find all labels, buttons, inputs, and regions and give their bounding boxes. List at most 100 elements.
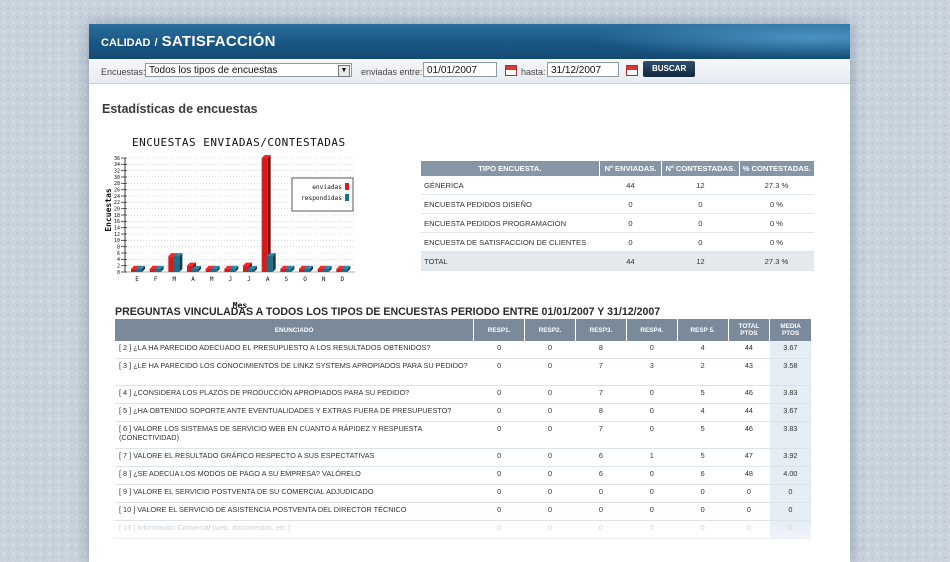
table-row: ENCUESTA PEDIDOS PROGRAMACIÓN 0 0 0 % [421,213,814,233]
table-cell: 44 [728,403,770,422]
table-cell: 3.92 [769,448,811,467]
table-row: [ 2 ] ¿LA HA PARECIDO ADECUADO EL PRESUP… [115,341,811,359]
table-cell: 0 [473,421,525,449]
table-cell: 7 [575,358,627,386]
table-cell: 3.67 [769,403,811,422]
question-text: [ 8 ] ¿SE ADECUA LOS MODOS DE PAGO A SU … [115,466,474,485]
table-cell: 0 [626,520,678,539]
legend-swatch [345,183,349,190]
table-row: ENCUESTA DE SATISFACCION DE CLIENTES 0 0… [421,232,814,252]
respondidas-bar [285,268,292,272]
x-tick-label: A [191,276,195,283]
table-cell: 0 [473,358,525,386]
table-cell: 0 [769,520,811,539]
y-tick-label: 4 [117,257,120,263]
from-calendar-icon[interactable] [505,65,517,76]
table-row: [ 6 ] VALORE LOS SISTEMAS DE SERVICIO WE… [115,421,811,449]
table-cell: 6 [575,466,627,485]
table-cell: TOTAL [421,251,600,271]
table-cell: 2 [677,358,729,386]
table-cell: 0 [524,421,576,449]
search-button[interactable]: BUSCAR [643,61,696,77]
table-cell: 0 [769,502,811,521]
col-header: TOTAL PTOS [728,319,771,341]
respondidas-bar [136,268,142,272]
respondidas-bar [154,268,161,272]
main-panel: CALIDAD / SATISFACCIÓN Encuestas: Todos lo… [89,24,850,562]
question-text: [ 9 ] VALORE EL SERVICIO POSTVENTA DE SU… [115,484,474,503]
table-cell: 0 [626,484,678,503]
x-tick-label: J [229,276,233,283]
table-cell: 0 [599,194,662,214]
survey-type-value: Todos los tipos de encuestas [149,65,278,76]
survey-type-table: TIPO ENCUESTA. Nº ENVIADAS. Nº CONTESTAD… [421,161,814,271]
col-header: RESP4. [626,319,678,341]
respondidas-bar [248,268,254,272]
table-cell: 0 [661,232,739,252]
col-header: ENUNCIADO [115,319,475,341]
table-cell: 0 % [739,194,814,214]
table-cell: 0 [769,484,811,503]
table-cell: 7 [575,421,627,449]
table-cell: 46 [728,421,770,449]
legend-swatch [345,194,349,201]
table-row: [ 8 ] ¿SE ADECUA LOS MODOS DE PAGO A SU … [115,466,811,485]
table-cell: 0 [728,502,770,521]
table-cell: 7 [575,385,627,404]
col-header: Nº CONTESTADAS. [661,161,740,176]
table-cell: 43 [728,358,770,386]
table-cell: 5 [677,448,729,467]
survey-type-select[interactable]: Todos los tipos de encuestas ▼ [145,63,352,77]
respondidas-bar [229,268,236,272]
table-row: [ 13 ] Información Comercial (web, docum… [115,520,811,539]
col-header: RESP1. [473,319,526,341]
respondidas-bar-side [272,253,276,272]
enviadas-bar [261,158,268,272]
y-tick-label: 6 [117,251,120,257]
questions-table: ENUNCIADO RESP1. RESP2. RESP3. RESP4. RE… [115,319,811,539]
x-tick-label: S [285,276,289,283]
y-tick-label: 22 [114,200,120,206]
to-calendar-icon[interactable] [626,65,638,76]
table-cell: 0 [575,502,627,521]
table-row: [ 4 ] ¿CONSIDERA LOS PLAZOS DE PRODUCCIÓ… [115,385,811,404]
table-cell: 47 [728,448,770,467]
respondidas-bar [173,256,180,272]
questions-title: PREGUNTAS VINCULADAS A TODOS LOS TIPOS D… [115,306,661,318]
question-text: [ 3 ] ¿LE HA PARECIDO LOS CONOCIMIENTOS … [115,358,474,386]
col-header: Nº ENVIADAS. [599,161,663,176]
y-tick-label: 0 [117,270,120,276]
table-cell: 0 [626,502,678,521]
table-cell: 0 [575,520,627,539]
y-tick-label: 20 [114,206,120,212]
col-header: RESP 5. [677,319,729,341]
respondidas-bar [192,268,198,272]
table-cell: 4.00 [769,466,811,485]
y-tick-label: 10 [114,238,120,244]
breadcrumb-parent[interactable]: CALIDAD [101,37,151,49]
table-cell: 0 [524,403,576,422]
table-row: GÉNERICA 44 12 27.3 % [421,176,814,195]
table-cell: 0 [473,341,525,359]
x-tick-label: J [247,276,251,283]
encuestas-label: Encuestas: [101,67,146,77]
question-text: [ 5 ] ¿HA OBTENIDO SOPORTE ANTE EVENTUAL… [115,403,474,422]
table-cell: 0 [599,232,662,252]
y-tick-label: 24 [114,194,120,200]
table-cell: 4 [677,403,729,422]
dropdown-arrow-icon[interactable]: ▼ [338,65,350,77]
table-cell: 3.83 [769,385,811,404]
table-cell: 44 [728,341,770,359]
table-cell: 48 [728,466,770,485]
to-date-input[interactable]: 31/12/2007 [547,62,619,77]
table-cell: 0 [677,484,729,503]
col-header: RESP2. [524,319,576,341]
col-header: MEDIA PTOS [769,319,811,341]
from-date-input[interactable]: 01/01/2007 [423,62,497,77]
legend-label: respondidas [301,195,342,202]
chart-title: ENCUESTAS ENVIADAS/CONTESTADAS [132,136,346,149]
y-tick-label: 2 [117,263,120,269]
table-cell: 0 [575,484,627,503]
y-tick-label: 32 [114,168,120,174]
respondidas-bar [210,268,217,272]
